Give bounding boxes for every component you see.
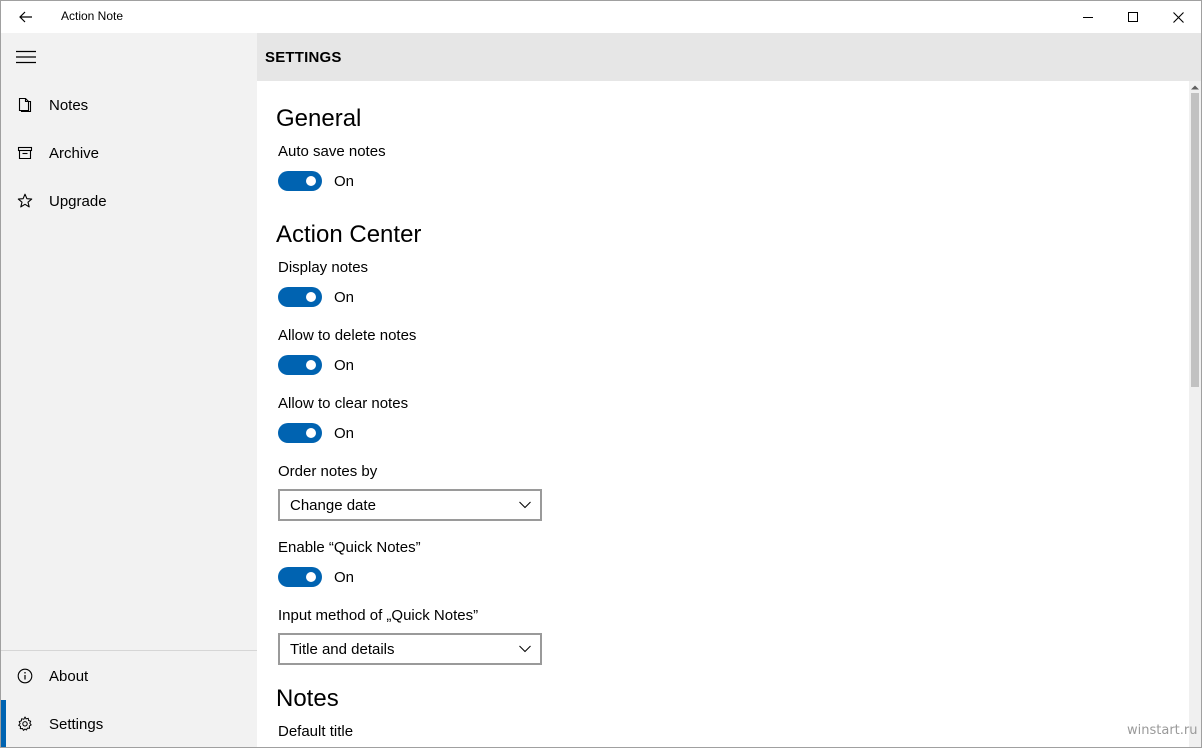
auto-save-toggle[interactable] bbox=[278, 171, 322, 191]
info-icon bbox=[1, 652, 49, 700]
quick-notes-toggle[interactable] bbox=[278, 567, 322, 587]
nav-label-notes: Notes bbox=[49, 96, 89, 114]
maximize-button[interactable] bbox=[1110, 1, 1156, 33]
auto-save-label: Auto save notes bbox=[278, 143, 386, 160]
input-method-value: Title and details bbox=[290, 640, 395, 658]
hamburger-icon bbox=[16, 50, 36, 64]
scroll-thumb[interactable] bbox=[1191, 93, 1199, 387]
chevron-down-icon bbox=[518, 643, 532, 655]
nav-item-archive[interactable]: Archive bbox=[1, 129, 257, 177]
quick-notes-state: On bbox=[334, 568, 355, 586]
title-bar: Action Note bbox=[1, 1, 1201, 33]
nav-label-upgrade: Upgrade bbox=[49, 192, 107, 210]
section-title-notes: Notes bbox=[276, 685, 339, 712]
star-icon bbox=[1, 177, 49, 225]
display-notes-toggle-row: On bbox=[278, 287, 354, 307]
back-button[interactable] bbox=[9, 1, 43, 33]
watermark: winstart.ru bbox=[1127, 723, 1198, 738]
allow-delete-toggle[interactable] bbox=[278, 355, 322, 375]
settings-content: General Auto save notes On Action Center… bbox=[257, 81, 1189, 747]
input-method-label: Input method of „Quick Notes” bbox=[278, 607, 479, 624]
page-title: SETTINGS bbox=[265, 49, 342, 66]
toggle-knob bbox=[306, 428, 316, 438]
allow-clear-toggle[interactable] bbox=[278, 423, 322, 443]
scroll-up-icon[interactable] bbox=[1191, 83, 1199, 91]
back-arrow-icon bbox=[19, 11, 32, 23]
quick-notes-label: Enable “Quick Notes” bbox=[278, 539, 421, 556]
toggle-knob bbox=[306, 360, 316, 370]
menu-button[interactable] bbox=[1, 33, 51, 81]
nav-item-upgrade[interactable]: Upgrade bbox=[1, 177, 257, 225]
archive-icon bbox=[1, 129, 49, 177]
minimize-icon bbox=[1083, 17, 1093, 18]
order-by-value: Change date bbox=[290, 496, 376, 514]
allow-clear-toggle-row: On bbox=[278, 423, 354, 443]
app-window: Action Note Notes Archive Upgrade About … bbox=[0, 0, 1202, 748]
order-by-label: Order notes by bbox=[278, 463, 378, 480]
nav-label-about: About bbox=[49, 667, 89, 685]
input-method-dropdown[interactable]: Title and details bbox=[278, 633, 542, 665]
nav-label-archive: Archive bbox=[49, 144, 100, 162]
selection-indicator bbox=[1, 700, 6, 747]
display-notes-label: Display notes bbox=[278, 259, 369, 276]
toggle-knob bbox=[306, 572, 316, 582]
notes-icon bbox=[1, 81, 49, 129]
allow-delete-toggle-row: On bbox=[278, 355, 354, 375]
section-title-general: General bbox=[276, 105, 362, 132]
default-title-label: Default title bbox=[278, 723, 354, 740]
quick-notes-toggle-row: On bbox=[278, 567, 354, 587]
allow-clear-state: On bbox=[334, 424, 355, 442]
nav-item-notes[interactable]: Notes bbox=[1, 81, 257, 129]
navigation-pane: Notes Archive Upgrade About Settings bbox=[1, 33, 257, 747]
allow-delete-label: Allow to delete notes bbox=[278, 327, 417, 344]
gear-icon bbox=[1, 700, 49, 747]
close-icon bbox=[1172, 11, 1184, 23]
toggle-knob bbox=[306, 292, 316, 302]
chevron-down-icon bbox=[518, 499, 532, 511]
maximize-icon bbox=[1128, 12, 1138, 22]
nav-label-settings: Settings bbox=[49, 715, 104, 733]
nav-item-settings[interactable]: Settings bbox=[1, 700, 257, 747]
minimize-button[interactable] bbox=[1065, 1, 1111, 33]
page-header: SETTINGS bbox=[257, 33, 1201, 81]
display-notes-state: On bbox=[334, 288, 355, 306]
auto-save-state: On bbox=[334, 172, 355, 190]
close-button[interactable] bbox=[1155, 1, 1201, 33]
nav-item-about[interactable]: About bbox=[1, 652, 257, 700]
window-title: Action Note bbox=[61, 9, 124, 23]
nav-divider bbox=[1, 650, 257, 651]
auto-save-toggle-row: On bbox=[278, 171, 354, 191]
allow-clear-label: Allow to clear notes bbox=[278, 395, 409, 412]
vertical-scrollbar[interactable] bbox=[1189, 81, 1201, 747]
section-title-action-center: Action Center bbox=[276, 221, 422, 248]
toggle-knob bbox=[306, 176, 316, 186]
allow-delete-state: On bbox=[334, 356, 355, 374]
order-by-dropdown[interactable]: Change date bbox=[278, 489, 542, 521]
display-notes-toggle[interactable] bbox=[278, 287, 322, 307]
